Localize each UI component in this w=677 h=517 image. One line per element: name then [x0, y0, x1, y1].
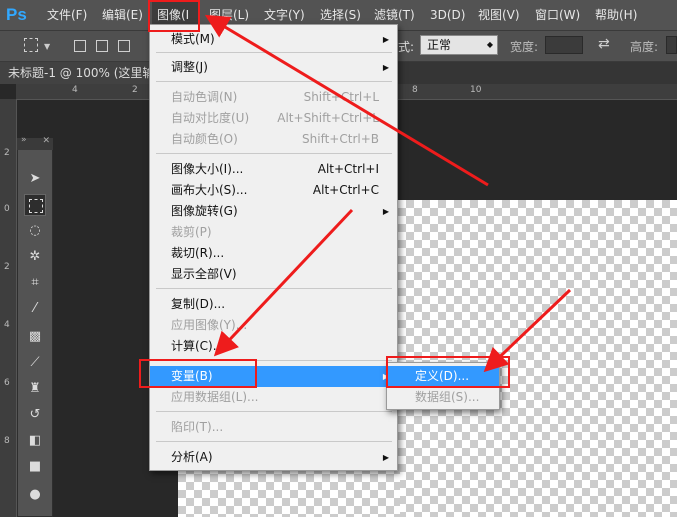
arrow-to-define — [483, 288, 572, 373]
annotation-arrows — [204, 14, 572, 373]
arrow-to-image-menu — [204, 14, 489, 187]
arrow-to-variables — [213, 208, 354, 357]
